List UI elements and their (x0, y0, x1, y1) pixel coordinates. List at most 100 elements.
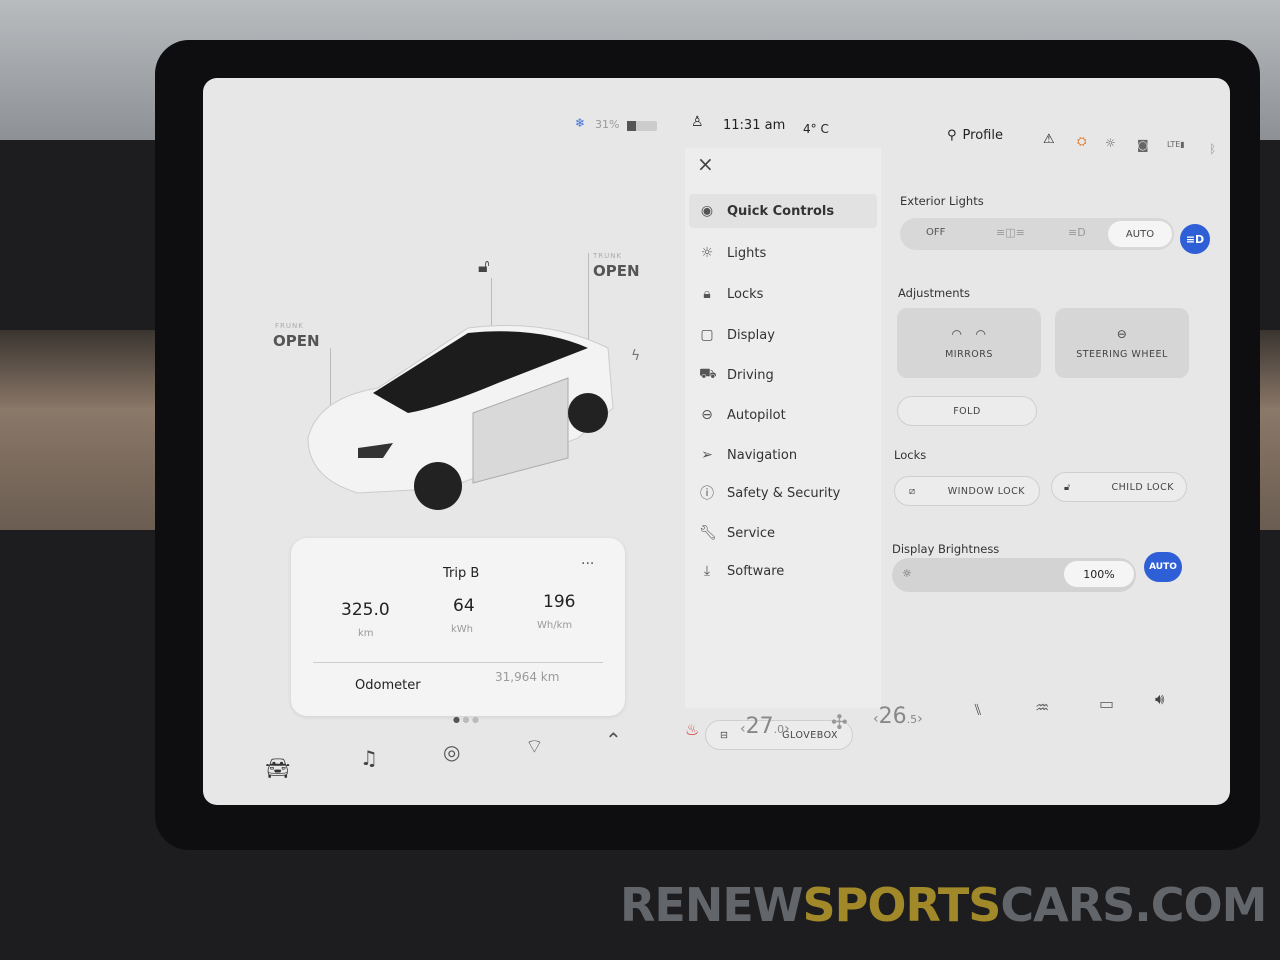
trunk-label: TRUNK (593, 252, 623, 260)
exterior-lights-title: Exterior Lights (900, 194, 984, 208)
glovebox-icon: ⊟ (720, 729, 729, 741)
brightness-title: Display Brightness (892, 542, 1000, 556)
window-lock-label: WINDOW LOCK (947, 485, 1025, 497)
unlock-icon[interactable]: 🔓︎ (478, 256, 490, 277)
page-indicator[interactable]: ● ● ● (453, 715, 479, 724)
trip-efficiency-unit: Wh/km (537, 620, 573, 631)
lock-icon: 🔒︎ (703, 286, 711, 302)
warning-icon[interactable]: ⚠ (1043, 132, 1055, 147)
mirror-icons: ◠ ◠ (951, 326, 987, 341)
display-icon: ▢ (700, 327, 714, 343)
odometer-label: Odometer (355, 678, 421, 693)
seat-heater-left-icon[interactable]: ♨ (685, 720, 699, 739)
trip-efficiency: 196 (543, 592, 576, 612)
menu-label: Driving (727, 367, 774, 383)
car-icon: ⛟ (699, 366, 717, 382)
music-icon[interactable]: ♫ (360, 746, 378, 770)
watermark: RENEWSPORTSCARS.COM (620, 878, 1267, 932)
adjustments-title: Adjustments (898, 286, 971, 300)
charge-port-icon[interactable]: ϟ (631, 348, 640, 364)
lte-signal-icon: LTE▮ (1167, 140, 1185, 149)
brightness-auto-button[interactable]: AUTO (1144, 552, 1182, 582)
trip-energy: 64 (453, 596, 475, 616)
lights-off-option[interactable]: OFF (926, 227, 945, 238)
lights-auto-option[interactable]: AUTO (1108, 221, 1172, 247)
profile-button[interactable]: ⚲ Profile (947, 128, 1003, 143)
menu-item-navigation[interactable]: ➢ Navigation (699, 438, 797, 472)
menu-label: Software (727, 563, 785, 579)
menu-label: Service (727, 525, 776, 541)
menu-label: Locks (727, 286, 764, 302)
seat-heater-right-icon[interactable]: ⑊ (973, 700, 983, 719)
menu-label: Autopilot (727, 407, 786, 423)
alert-icon: ⓘ (700, 486, 714, 502)
window-lock-button[interactable]: ⧄ WINDOW LOCK (894, 476, 1040, 506)
trip-distance-unit: km (358, 628, 374, 639)
glovebox-label: GLOVEBOX (782, 729, 838, 741)
volume-icon[interactable]: 🔊︎ (1155, 690, 1164, 708)
menu-item-quick-controls[interactable]: ◉ Quick Controls (689, 194, 877, 228)
fold-mirrors-button[interactable]: FOLD (897, 396, 1037, 426)
settings-menu: × ◉ Quick Controls ☼ Lights 🔒︎ Locks ▢ Displ… (685, 148, 881, 750)
menu-item-software[interactable]: ⤓ Software (699, 554, 784, 588)
parking-lights-icon[interactable]: ≡◫≡ (996, 226, 1025, 239)
more-options-button[interactable]: ··· (581, 556, 594, 572)
trip-distance: 325.0 (341, 600, 390, 620)
touchscreen: ❄ 31% FRUNK OPEN TRUNK OPEN 🔓︎ ϟ Trip B … (203, 78, 1230, 805)
wrench-icon: 🔧︎ (699, 525, 717, 541)
camera-icon[interactable]: ◎ (443, 740, 460, 764)
passenger-temperature[interactable]: ‹26.5› (873, 704, 923, 729)
dashcam-icon[interactable]: ☼ (1105, 136, 1116, 150)
temp-up[interactable]: › (784, 721, 790, 737)
trip-energy-unit: kWh (451, 624, 474, 635)
menu-label: Quick Controls (727, 203, 835, 219)
exterior-lights-selector: OFF ≡◫≡ ≡D AUTO (900, 218, 1174, 250)
driver-temperature[interactable]: ‹27.0› (740, 714, 790, 739)
front-defrost-icon[interactable]: ♒ (1035, 698, 1049, 717)
temp-up[interactable]: › (917, 711, 923, 727)
menu-item-locks[interactable]: 🔒︎ Locks (699, 277, 763, 311)
menu-label: Safety & Security (727, 485, 841, 501)
mirrors-label: MIRRORS (945, 348, 993, 360)
child-lock-button[interactable]: 🔓︎ CHILD LOCK (1051, 472, 1187, 502)
brightness-value[interactable]: 100% (1064, 561, 1134, 587)
profile-label: Profile (962, 128, 1003, 143)
steering-wheel-button[interactable]: ⊖ STEERING WHEEL (1055, 308, 1189, 378)
car-icon[interactable]: 🚘︎ (265, 756, 290, 780)
menu-item-autopilot[interactable]: ⊖ Autopilot (699, 398, 786, 432)
car-model-image (307, 325, 614, 510)
steering-wheel-icon: ⊖ (1116, 326, 1128, 341)
menu-item-safety-security[interactable]: ⓘ Safety & Security (699, 476, 840, 510)
menu-item-display[interactable]: ▢ Display (699, 318, 775, 352)
mirrors-button[interactable]: ◠ ◠ MIRRORS (897, 308, 1041, 378)
child-lock-icon: 🔓︎ (1064, 481, 1071, 493)
menu-item-lights[interactable]: ☼ Lights (699, 236, 767, 270)
battery-percent: 31% (595, 118, 620, 131)
low-beam-icon[interactable]: ≡D (1068, 226, 1086, 239)
trunk-open-button[interactable]: OPEN (593, 262, 640, 280)
battery-icon (627, 121, 657, 131)
bluetooth-icon[interactable]: ᛒ (1209, 142, 1216, 156)
trip-title: Trip B (443, 566, 480, 581)
outside-temperature: 4° C (803, 122, 829, 136)
seatbelt-alert-icon: ⛭ (1077, 134, 1087, 148)
brightness-slider[interactable]: ☼ 100% (892, 558, 1136, 592)
wiper-icon[interactable]: ⌔ (525, 734, 544, 759)
menu-label: Display (727, 327, 775, 343)
window-icon: ⧄ (909, 485, 916, 497)
rear-defrost-icon[interactable]: ▭ (1099, 694, 1114, 713)
driver-temp-decimal: .0 (773, 723, 785, 736)
close-button[interactable]: × (697, 152, 714, 176)
navigation-icon: ➢ (701, 447, 713, 463)
download-icon: ⤓ (703, 563, 711, 579)
passenger-temp-value: 26 (878, 704, 907, 729)
sentry-icon[interactable]: ◙ (1137, 138, 1149, 152)
app-launcher-icon[interactable]: ⌃ (605, 728, 622, 752)
toggle-icon: ◉ (700, 203, 714, 219)
high-beam-button[interactable]: ≡D (1180, 224, 1210, 254)
fan-icon[interactable]: ✣ (831, 710, 848, 734)
passenger-temp-decimal: .5 (906, 713, 918, 726)
menu-item-driving[interactable]: ⛟ Driving (699, 358, 774, 392)
person-icon: ⚲ (947, 128, 957, 143)
menu-item-service[interactable]: 🔧︎ Service (699, 516, 775, 550)
